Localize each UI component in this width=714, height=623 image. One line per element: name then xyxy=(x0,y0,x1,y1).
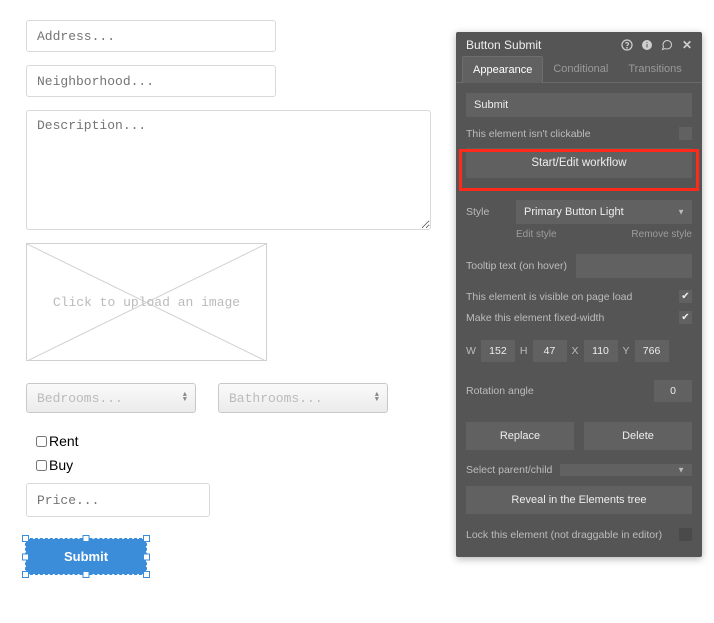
fixed-width-checkbox[interactable]: ✔ xyxy=(679,311,692,324)
w-input[interactable]: 152 xyxy=(481,340,515,362)
buy-label: Buy xyxy=(49,457,73,473)
tab-appearance[interactable]: Appearance xyxy=(462,56,543,83)
bathrooms-select[interactable]: Bathrooms... ▲▼ xyxy=(218,383,388,413)
visible-on-load-label: This element is visible on page load xyxy=(466,291,632,303)
edit-style-link[interactable]: Edit style xyxy=(516,229,557,240)
rotation-input[interactable]: 0 xyxy=(654,380,692,402)
address-input[interactable] xyxy=(26,20,276,52)
bathrooms-placeholder: Bathrooms... xyxy=(229,391,323,406)
delete-button[interactable]: Delete xyxy=(584,422,692,450)
tab-transitions[interactable]: Transitions xyxy=(618,56,691,82)
submit-button[interactable]: Submit xyxy=(26,539,146,574)
neighborhood-input[interactable] xyxy=(26,65,276,97)
help-icon[interactable] xyxy=(620,38,634,52)
w-label: W xyxy=(466,345,476,357)
close-icon[interactable]: ✕ xyxy=(680,38,694,52)
tooltip-input[interactable] xyxy=(576,254,692,278)
tooltip-label: Tooltip text (on hover) xyxy=(466,260,576,272)
select-parent-label: Select parent/child xyxy=(466,464,552,476)
tab-conditional[interactable]: Conditional xyxy=(543,56,618,82)
comment-icon[interactable] xyxy=(660,38,674,52)
style-value: Primary Button Light xyxy=(524,206,624,218)
bedrooms-select[interactable]: Bedrooms... ▲▼ xyxy=(26,383,196,413)
chevron-down-icon: ▼ xyxy=(677,208,685,217)
not-clickable-label: This element isn't clickable xyxy=(466,128,591,140)
element-name-input[interactable] xyxy=(466,93,692,117)
reveal-in-tree-button[interactable]: Reveal in the Elements tree xyxy=(466,486,692,514)
not-clickable-checkbox[interactable] xyxy=(679,127,692,140)
replace-button[interactable]: Replace xyxy=(466,422,574,450)
remove-style-link[interactable]: Remove style xyxy=(631,229,692,240)
rotation-label: Rotation angle xyxy=(466,385,534,397)
inspector-panel: Button Submit ✕ Appearance Conditional T… xyxy=(456,32,702,557)
rent-checkbox[interactable] xyxy=(36,436,47,447)
y-input[interactable]: 766 xyxy=(635,340,669,362)
select-arrows-icon: ▲▼ xyxy=(375,393,379,403)
description-input[interactable] xyxy=(26,110,431,230)
select-parent-select[interactable]: ▼ xyxy=(560,464,692,476)
x-input[interactable]: 110 xyxy=(584,340,618,362)
h-input[interactable]: 47 xyxy=(533,340,567,362)
lock-element-checkbox[interactable] xyxy=(679,528,692,541)
y-label: Y xyxy=(623,345,630,357)
image-uploader-label: Click to upload an image xyxy=(53,295,240,310)
info-icon[interactable] xyxy=(640,38,654,52)
rent-checkbox-row[interactable]: Rent xyxy=(36,433,445,449)
panel-tabs: Appearance Conditional Transitions xyxy=(456,56,702,83)
rent-label: Rent xyxy=(49,433,79,449)
select-arrows-icon: ▲▼ xyxy=(183,393,187,403)
start-edit-workflow-button[interactable]: Start/Edit workflow xyxy=(466,148,692,178)
form-canvas: Click to upload an image Bedrooms... ▲▼ … xyxy=(0,0,445,574)
buy-checkbox[interactable] xyxy=(36,460,47,471)
visible-on-load-checkbox[interactable]: ✔ xyxy=(679,290,692,303)
panel-title: Button Submit xyxy=(466,38,614,52)
lock-element-label: Lock this element (not draggable in edit… xyxy=(466,529,662,541)
bedrooms-placeholder: Bedrooms... xyxy=(37,391,123,406)
x-label: X xyxy=(572,345,579,357)
style-label: Style xyxy=(466,206,516,218)
submit-button-selected: Submit xyxy=(26,539,146,574)
chevron-down-icon: ▼ xyxy=(677,466,685,475)
price-input[interactable] xyxy=(26,483,210,517)
h-label: H xyxy=(520,345,528,357)
fixed-width-label: Make this element fixed-width xyxy=(466,312,604,324)
buy-checkbox-row[interactable]: Buy xyxy=(36,457,445,473)
image-uploader[interactable]: Click to upload an image xyxy=(26,243,267,361)
style-select[interactable]: Primary Button Light ▼ xyxy=(516,200,692,224)
